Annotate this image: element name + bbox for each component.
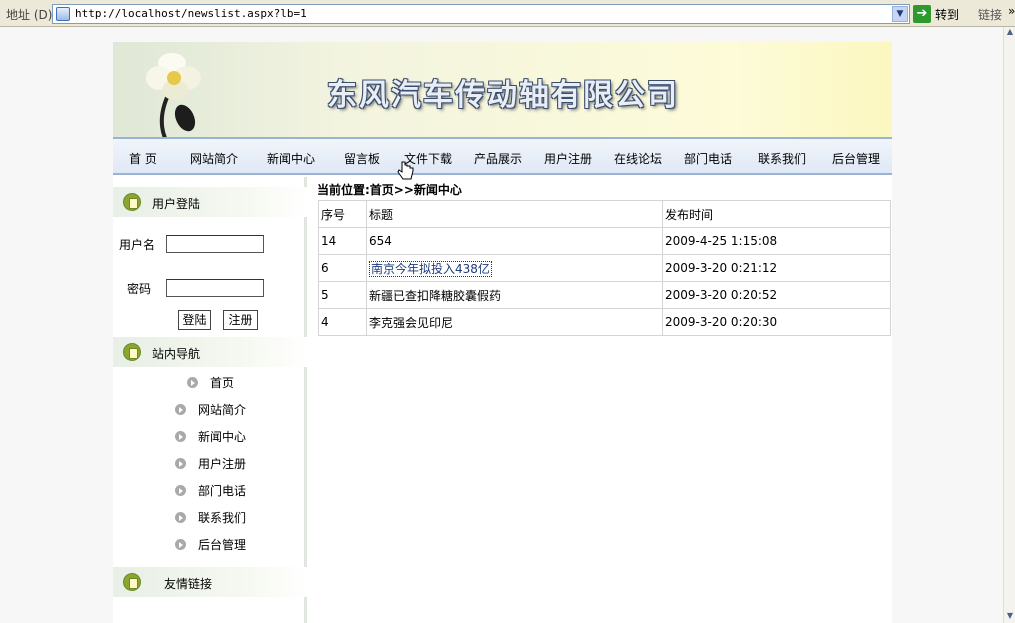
site-nav-label: 用户注册 <box>198 457 247 471</box>
table-header-row: 序号 标题 发布时间 <box>318 200 891 228</box>
arrow-bullet-icon <box>187 377 198 388</box>
row-date: 2009-3-20 0:21:12 <box>662 254 891 282</box>
go-label: 转到 <box>935 7 960 22</box>
site-nav-label: 部门电话 <box>198 484 247 498</box>
login-button[interactable]: 登陆 <box>178 310 211 330</box>
nav-phones[interactable]: 部门电话 <box>684 150 732 167</box>
breadcrumb: 当前位置:首页>>新闻中心 <box>317 183 462 197</box>
row-title[interactable]: 654 <box>366 227 663 255</box>
site-nav-title: 站内导航 <box>152 347 201 361</box>
web-page: 东风汽车传动轴有限公司 首 页 网站简介 新闻中心 留言板 文件下载 产品展示 … <box>113 42 892 623</box>
site-nav-item-about[interactable]: 网站简介 <box>175 401 246 418</box>
main-nav: 首 页 网站简介 新闻中心 留言板 文件下载 产品展示 用户注册 在线论坛 部门… <box>113 137 892 175</box>
row-title[interactable]: 新疆已查扣降糖胶囊假药 <box>366 281 663 309</box>
table-row: 6 南京今年拟投入438亿 2009-3-20 0:21:12 <box>318 254 891 282</box>
url-text: http://localhost/newslist.aspx?lb=1 <box>75 7 307 20</box>
chevron-down-icon[interactable]: ▼ <box>892 6 908 22</box>
table-row: 4 李克强会见印尼 2009-3-20 0:20:30 <box>318 308 891 336</box>
username-input[interactable] <box>166 235 264 253</box>
hand-cursor-icon <box>397 161 414 180</box>
nav-guestbook[interactable]: 留言板 <box>344 150 380 167</box>
row-title-link[interactable]: 南京今年拟投入438亿 <box>369 260 492 277</box>
site-nav-item-phones[interactable]: 部门电话 <box>175 482 246 499</box>
flower-image <box>146 53 201 137</box>
arrow-bullet-icon <box>175 512 186 523</box>
site-nav-item-contact[interactable]: 联系我们 <box>175 509 246 526</box>
address-label: 地址 (D) <box>6 8 53 22</box>
row-date: 2009-3-20 0:20:30 <box>662 308 891 336</box>
header-title: 标题 <box>366 200 663 228</box>
url-input[interactable]: http://localhost/newslist.aspx?lb=1 ▼ <box>52 4 910 24</box>
nav-register[interactable]: 用户注册 <box>544 150 592 167</box>
nav-admin[interactable]: 后台管理 <box>832 150 880 167</box>
table-row: 5 新疆已查扣降糖胶囊假药 2009-3-20 0:20:52 <box>318 281 891 309</box>
login-title: 用户登陆 <box>152 197 201 211</box>
site-nav-item-register[interactable]: 用户注册 <box>175 455 246 472</box>
main-content: 当前位置:首页>>新闻中心 序号 标题 发布时间 14 654 2009-4-2… <box>317 177 892 623</box>
row-id: 6 <box>318 254 367 282</box>
news-table: 序号 标题 发布时间 14 654 2009-4-25 1:15:08 6 南京… <box>318 200 891 336</box>
arrow-bullet-icon <box>175 431 186 442</box>
go-arrow-icon: ➔ <box>913 5 931 23</box>
username-label: 用户名 <box>119 238 156 252</box>
site-nav-label: 网站简介 <box>198 403 247 417</box>
notepad-icon <box>123 193 141 211</box>
arrow-bullet-icon <box>175 485 186 496</box>
site-nav-label: 后台管理 <box>198 538 247 552</box>
scroll-up-icon[interactable]: ▲ <box>1004 27 1015 39</box>
links-label[interactable]: 链接 <box>978 6 1002 23</box>
page-icon <box>56 7 70 21</box>
row-title[interactable]: 李克强会见印尼 <box>366 308 663 336</box>
site-nav-label: 首页 <box>210 376 235 390</box>
notepad-icon <box>123 343 141 361</box>
nav-products[interactable]: 产品展示 <box>474 150 522 167</box>
header-banner: 东风汽车传动轴有限公司 <box>113 42 892 137</box>
chevron-right-icon[interactable]: » <box>1008 4 1015 18</box>
notepad-icon <box>123 573 141 591</box>
row-id: 4 <box>318 308 367 336</box>
header-id: 序号 <box>318 200 367 228</box>
arrow-bullet-icon <box>175 458 186 469</box>
password-input[interactable] <box>166 279 264 297</box>
arrow-bullet-icon <box>175 539 186 550</box>
company-title: 东风汽车传动轴有限公司 <box>327 78 679 113</box>
password-label: 密码 <box>127 282 152 296</box>
nav-news[interactable]: 新闻中心 <box>267 150 315 167</box>
site-nav-item-home[interactable]: 首页 <box>187 374 234 391</box>
row-id: 14 <box>318 227 367 255</box>
friend-links-header: 友情链接 <box>113 567 307 597</box>
nav-forum[interactable]: 在线论坛 <box>614 150 662 167</box>
scroll-down-icon[interactable]: ▼ <box>1004 611 1015 623</box>
address-bar: 地址 (D) http://localhost/newslist.aspx?lb… <box>0 0 1015 27</box>
friend-links-title: 友情链接 <box>164 577 213 591</box>
row-date: 2009-3-20 0:20:52 <box>662 281 891 309</box>
header-date: 发布时间 <box>662 200 891 228</box>
arrow-bullet-icon <box>175 404 186 415</box>
login-header: 用户登陆 <box>113 187 307 217</box>
site-nav-item-news[interactable]: 新闻中心 <box>175 428 246 445</box>
vertical-scrollbar[interactable]: ▲ ▼ <box>1003 27 1015 623</box>
table-row: 14 654 2009-4-25 1:15:08 <box>318 227 891 255</box>
site-nav-item-admin[interactable]: 后台管理 <box>175 536 246 553</box>
nav-about[interactable]: 网站简介 <box>190 150 238 167</box>
row-id: 5 <box>318 281 367 309</box>
site-nav-label: 新闻中心 <box>198 430 247 444</box>
nav-contact[interactable]: 联系我们 <box>758 150 806 167</box>
go-button[interactable]: ➔ 转到 <box>913 4 959 24</box>
row-title-cell: 南京今年拟投入438亿 <box>366 254 663 282</box>
sidebar: 用户登陆 用户名 密码 登陆 注册 站内导航 首页 网站简介 新闻中心 用户注册 <box>113 177 307 623</box>
row-date: 2009-4-25 1:15:08 <box>662 227 891 255</box>
site-nav-header: 站内导航 <box>113 337 307 367</box>
register-button[interactable]: 注册 <box>223 310 258 330</box>
nav-home[interactable]: 首 页 <box>129 150 157 167</box>
site-nav-label: 联系我们 <box>198 511 247 525</box>
